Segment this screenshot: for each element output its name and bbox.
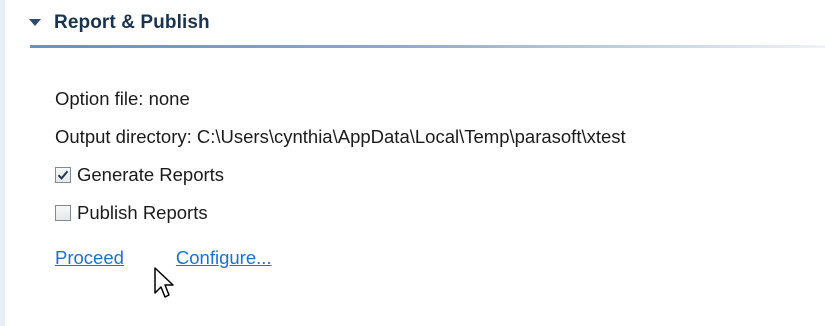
section-header[interactable]: Report & Publish: [22, 0, 825, 46]
publish-reports-label[interactable]: Publish Reports: [77, 202, 208, 224]
option-file-text: Option file: none: [55, 88, 190, 109]
proceed-link[interactable]: Proceed: [55, 247, 124, 269]
publish-reports-checkbox[interactable]: [55, 205, 71, 221]
checkmark-icon: [57, 170, 69, 180]
publish-reports-option[interactable]: Publish Reports: [55, 194, 825, 232]
section-divider: [30, 45, 825, 48]
output-directory-text: Output directory: C:\Users\cynthia\AppDa…: [55, 126, 626, 147]
mouse-pointer-icon: [154, 267, 174, 298]
triangle-down-icon[interactable]: [28, 16, 42, 30]
generate-reports-option[interactable]: Generate Reports: [55, 156, 825, 194]
generate-reports-checkbox[interactable]: [55, 167, 71, 183]
panel-edge: [0, 0, 5, 326]
report-publish-section: Report & Publish Option file: none Outpu…: [22, 0, 825, 326]
configure-link[interactable]: Configure...: [176, 247, 272, 269]
section-title: Report & Publish: [54, 12, 210, 33]
generate-reports-label[interactable]: Generate Reports: [77, 164, 224, 186]
report-publish-panel: Report & Publish Option file: none Outpu…: [0, 0, 825, 326]
section-body: Option file: none Output directory: C:\U…: [55, 80, 825, 278]
